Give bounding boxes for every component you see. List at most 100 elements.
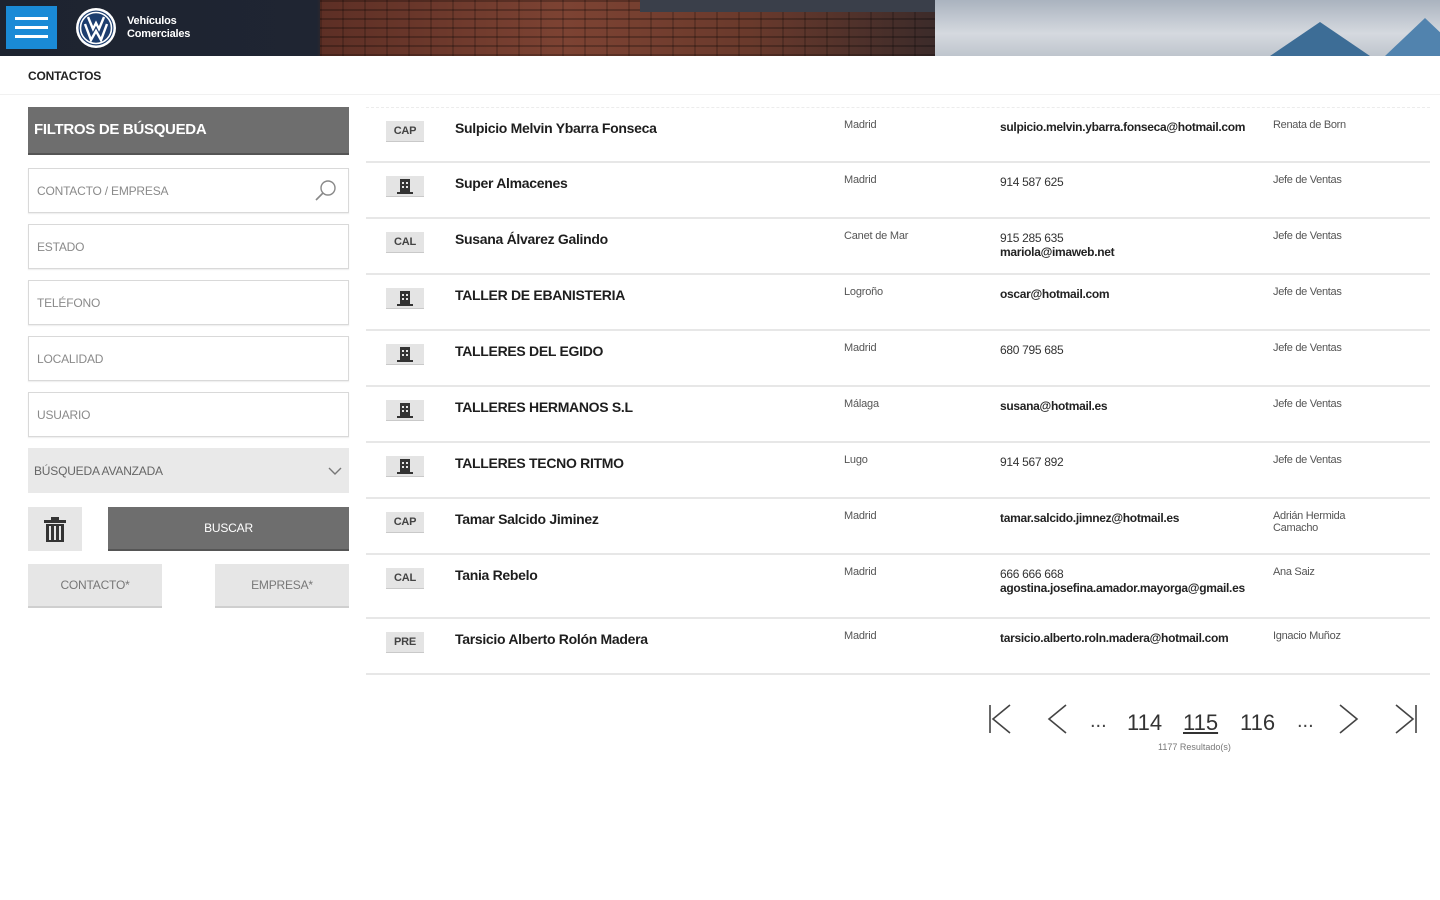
building-icon [397, 179, 413, 194]
contact-email[interactable]: oscar@hotmail.com [1000, 287, 1110, 301]
building-icon [397, 403, 413, 418]
contact-user: Jefe de Ventas [1273, 230, 1342, 242]
contact-info: 915 285 635 mariola@imaweb.net [1000, 231, 1272, 259]
contact-city: Logroño [844, 286, 883, 298]
contact-name[interactable]: TALLERES HERMANOS S.L [455, 399, 633, 415]
contact-phone[interactable]: 914 587 625 [1000, 175, 1272, 189]
contact-company-field[interactable] [28, 168, 349, 213]
contact-city: Lugo [844, 454, 868, 466]
contact-type-button[interactable]: CONTACTO* [28, 564, 162, 608]
contact-info: tamar.salcido.jimnez@hotmail.es [1000, 511, 1272, 525]
contact-phone[interactable]: 914 567 892 [1000, 455, 1272, 469]
contact-phone[interactable]: 915 285 635 [1000, 231, 1272, 245]
company-badge [386, 288, 424, 309]
contact-name[interactable]: Susana Álvarez Galindo [455, 231, 608, 247]
locality-field[interactable] [28, 336, 349, 381]
status-badge: PRE [386, 632, 424, 653]
contact-name[interactable]: Sulpicio Melvin Ybarra Fonseca [455, 120, 657, 136]
last-page-icon[interactable] [1392, 702, 1422, 736]
phone-input[interactable] [29, 281, 348, 324]
building-icon [397, 347, 413, 362]
advanced-search-label: BÚSQUEDA AVANZADA [34, 463, 163, 478]
contact-user: Jefe de Ventas [1273, 398, 1342, 410]
contact-info: 914 587 625 [1000, 175, 1272, 189]
contact-phone[interactable]: 666 666 668 [1000, 567, 1272, 581]
table-row[interactable]: Super Almacenes Madrid 914 587 625 Jefe … [366, 163, 1430, 219]
contact-info: 680 795 685 [1000, 343, 1272, 357]
table-row[interactable]: TALLERES TECNO RITMO Lugo 914 567 892 Je… [366, 443, 1430, 499]
contact-city: Madrid [844, 510, 877, 522]
state-field[interactable] [28, 224, 349, 269]
next-page-icon[interactable] [1334, 702, 1364, 736]
search-icon[interactable] [314, 179, 338, 203]
contact-name[interactable]: Tarsicio Alberto Rolón Madera [455, 631, 648, 647]
contact-info: 666 666 668 agostina.josefina.amador.mayo… [1000, 567, 1272, 595]
contact-info: 914 567 892 [1000, 455, 1272, 469]
first-page-icon[interactable] [984, 702, 1014, 736]
status-badge: CAL [386, 568, 424, 589]
results-list: CAP Sulpicio Melvin Ybarra Fonseca Madri… [366, 107, 1430, 675]
contact-city: Madrid [844, 342, 877, 354]
result-count: 1177 Resultado(s) [1158, 742, 1231, 752]
table-row[interactable]: TALLERES HERMANOS S.L Málaga susana@hotm… [366, 387, 1430, 443]
table-row[interactable]: PRE Tarsicio Alberto Rolón Madera Madrid… [366, 619, 1430, 675]
contact-name[interactable]: Tania Rebelo [455, 567, 538, 583]
contact-city: Madrid [844, 174, 877, 186]
company-badge [386, 344, 424, 365]
advanced-search-toggle[interactable]: BÚSQUEDA AVANZADA [28, 448, 349, 493]
contact-email[interactable]: agostina.josefina.amador.mayorga@gmail.e… [1000, 581, 1245, 595]
hamburger-menu-button[interactable] [6, 6, 57, 49]
table-row[interactable]: TALLER DE EBANISTERIA Logroño oscar@hotm… [366, 275, 1430, 331]
phone-field[interactable] [28, 280, 349, 325]
contact-name[interactable]: TALLERES TECNO RITMO [455, 455, 624, 471]
contact-phone[interactable]: 680 795 685 [1000, 343, 1272, 357]
app-header: Vehículos Comerciales [0, 0, 1440, 56]
contact-city: Madrid [844, 630, 877, 642]
user-field[interactable] [28, 392, 349, 437]
chevron-down-icon [328, 467, 342, 475]
contact-name[interactable]: TALLERES DEL EGIDO [455, 343, 603, 359]
contact-user: Jefe de Ventas [1273, 286, 1342, 298]
table-row[interactable]: CAL Susana Álvarez Galindo Canet de Mar … [366, 219, 1430, 275]
table-row[interactable]: TALLERES DEL EGIDO Madrid 680 795 685 Je… [366, 331, 1430, 387]
previous-page-icon[interactable] [1042, 702, 1072, 736]
contact-user: Jefe de Ventas [1273, 454, 1342, 466]
company-badge [386, 456, 424, 477]
page-115-current[interactable]: 115 [1183, 710, 1218, 736]
table-row[interactable]: CAL Tania Rebelo Madrid 666 666 668 agost… [366, 555, 1430, 619]
trash-icon [44, 517, 66, 542]
contact-name[interactable]: TALLER DE EBANISTERIA [455, 287, 625, 303]
contact-user: Ignacio Muñoz [1273, 630, 1341, 642]
contact-email[interactable]: tamar.salcido.jimnez@hotmail.es [1000, 511, 1179, 525]
page-116-link[interactable]: 116 [1240, 710, 1275, 736]
contact-email[interactable]: susana@hotmail.es [1000, 399, 1108, 413]
contact-info: susana@hotmail.es [1000, 399, 1272, 413]
contact-name[interactable]: Super Almacenes [455, 175, 568, 191]
contact-name[interactable]: Tamar Salcido Jiminez [455, 511, 599, 527]
brand-text: Vehículos Comerciales [127, 15, 191, 40]
contact-city: Madrid [844, 566, 877, 578]
contact-user: Renata de Born [1273, 119, 1346, 131]
contact-info: tarsicio.alberto.roln.madera@hotmail.com [1000, 631, 1272, 645]
contact-user: Adrián Hermida Camacho [1273, 510, 1346, 534]
contact-city: Madrid [844, 119, 877, 131]
table-row[interactable]: CAP Tamar Salcido Jiminez Madrid tamar.s… [366, 499, 1430, 555]
contact-info: oscar@hotmail.com [1000, 287, 1272, 301]
status-badge: CAL [386, 232, 424, 253]
contact-user: Jefe de Ventas [1273, 342, 1342, 354]
state-input[interactable] [29, 225, 348, 268]
page-114-link[interactable]: 114 [1127, 710, 1162, 736]
user-input[interactable] [29, 393, 348, 436]
company-type-button[interactable]: EMPRESA* [215, 564, 349, 608]
contact-city: Málaga [844, 398, 879, 410]
contact-company-input[interactable] [29, 169, 348, 212]
table-row[interactable]: CAP Sulpicio Melvin Ybarra Fonseca Madri… [366, 107, 1430, 163]
contact-email[interactable]: mariola@imaweb.net [1000, 245, 1115, 259]
contact-email[interactable]: sulpicio.melvin.ybarra.fonseca@hotmail.c… [1000, 120, 1245, 134]
search-button[interactable]: BUSCAR [108, 507, 349, 551]
locality-input[interactable] [29, 337, 348, 380]
vw-logo-icon[interactable] [75, 7, 117, 49]
contact-email[interactable]: tarsicio.alberto.roln.madera@hotmail.com [1000, 631, 1229, 645]
contact-city: Canet de Mar [844, 230, 909, 242]
clear-filters-button[interactable] [28, 507, 82, 551]
